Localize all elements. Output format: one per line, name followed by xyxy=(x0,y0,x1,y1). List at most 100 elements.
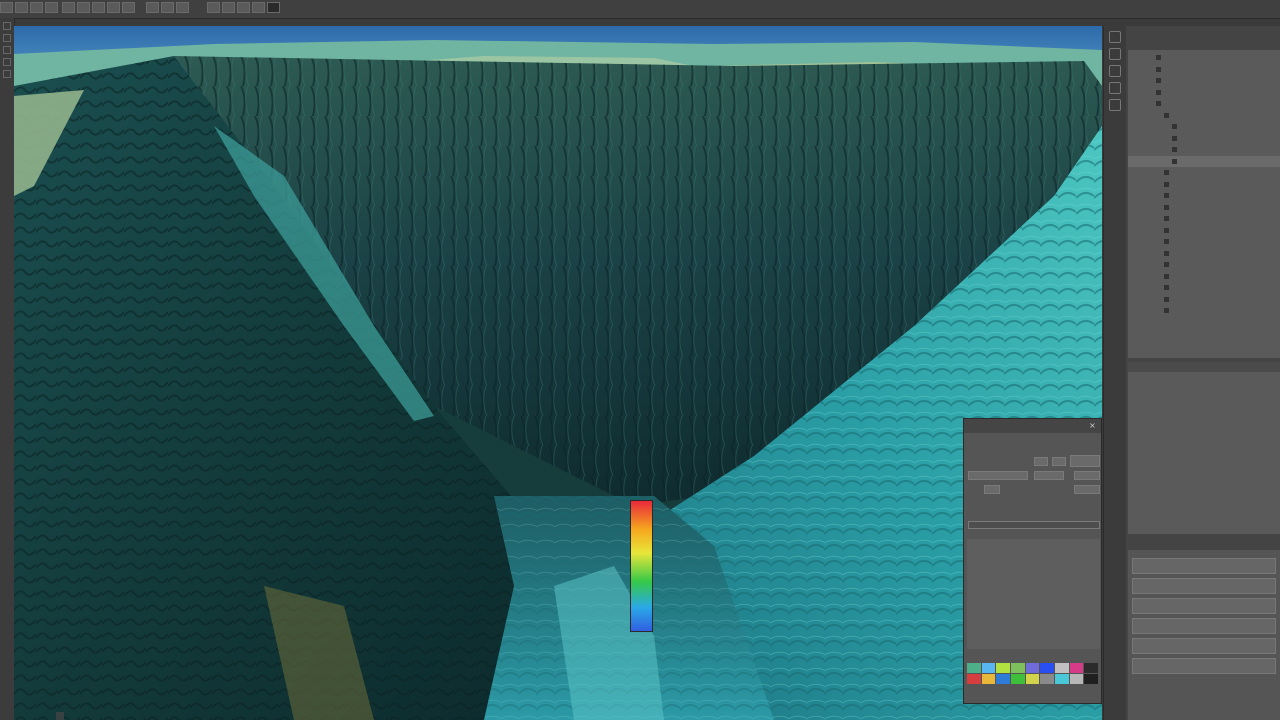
color-swatch[interactable] xyxy=(1025,674,1040,684)
tool-icon-1[interactable] xyxy=(3,22,11,30)
tree-item[interactable] xyxy=(1128,282,1280,294)
bottom-panel-row[interactable] xyxy=(1132,638,1276,654)
right-icon-column xyxy=(1103,26,1126,720)
tree-item[interactable] xyxy=(1128,248,1280,260)
undo-button[interactable] xyxy=(62,2,75,13)
zoom-in-button[interactable] xyxy=(146,2,159,13)
tool-icon-5[interactable] xyxy=(3,70,11,78)
bottom-panel-row[interactable] xyxy=(1132,658,1276,674)
new-file-button[interactable] xyxy=(0,2,13,13)
tree-item[interactable] xyxy=(1128,64,1280,76)
tree-item[interactable] xyxy=(1128,202,1280,214)
close-icon[interactable]: × xyxy=(1089,422,1097,430)
color-swatch[interactable] xyxy=(1011,663,1025,673)
property-field-5[interactable] xyxy=(1074,485,1100,494)
terrain-render xyxy=(14,26,1102,720)
tree-item[interactable] xyxy=(1128,75,1280,87)
bottom-panel-row[interactable] xyxy=(1132,578,1276,594)
tool-icon-2[interactable] xyxy=(3,34,11,42)
color-swatch[interactable] xyxy=(967,663,981,673)
tool-icon-3[interactable] xyxy=(3,46,11,54)
bottom-panel-row[interactable] xyxy=(1132,558,1276,574)
export-button[interactable] xyxy=(45,2,58,13)
save-file-button[interactable] xyxy=(30,2,43,13)
tree-item[interactable] xyxy=(1128,190,1280,202)
property-field-4[interactable] xyxy=(984,485,1000,494)
bottom-panel-row[interactable] xyxy=(1132,618,1276,634)
tree-node-icon xyxy=(1172,147,1177,152)
layers-icon[interactable] xyxy=(1109,31,1121,43)
tree-item[interactable] xyxy=(1128,213,1280,225)
property-list-item[interactable] xyxy=(991,545,1100,557)
color-swatch[interactable] xyxy=(1069,674,1084,684)
rotate-tool-button[interactable] xyxy=(122,2,135,13)
color-swatch[interactable] xyxy=(1069,663,1084,673)
tree-item[interactable] xyxy=(1128,144,1280,156)
tree-item[interactable] xyxy=(1128,133,1280,145)
property-dropdown[interactable] xyxy=(1070,455,1100,467)
property-field-3[interactable] xyxy=(1074,471,1100,480)
shading-button[interactable] xyxy=(237,2,250,13)
property-list-item[interactable] xyxy=(991,557,1100,569)
property-field-2[interactable] xyxy=(1034,471,1064,480)
select-tool-button[interactable] xyxy=(92,2,105,13)
layers-button[interactable] xyxy=(252,2,265,13)
move-tool-button[interactable] xyxy=(107,2,120,13)
tree-item[interactable] xyxy=(1128,294,1280,306)
color-swatch[interactable] xyxy=(1055,663,1069,673)
camera-icon[interactable] xyxy=(1109,48,1121,60)
color-swatch[interactable] xyxy=(1011,674,1025,684)
color-swatch[interactable] xyxy=(1084,674,1098,684)
bottom-panel-row[interactable] xyxy=(1132,598,1276,614)
property-list-item[interactable] xyxy=(991,569,1100,581)
color-swatch[interactable] xyxy=(981,663,996,673)
color-swatch[interactable] xyxy=(1040,674,1054,684)
tree-item[interactable] xyxy=(1128,305,1280,317)
tree-node-icon xyxy=(1164,193,1169,198)
render-button[interactable] xyxy=(207,2,220,13)
color-swatch[interactable] xyxy=(1055,674,1069,684)
color-swatch[interactable] xyxy=(967,674,981,684)
property-field-1[interactable] xyxy=(968,471,1028,480)
tree-item[interactable] xyxy=(1128,225,1280,237)
tree-item[interactable] xyxy=(1128,121,1280,133)
settings-icon[interactable] xyxy=(1109,99,1121,111)
bottom-panel xyxy=(1128,550,1280,720)
pan-button[interactable] xyxy=(176,2,189,13)
left-tool-strip xyxy=(0,18,15,720)
light-icon[interactable] xyxy=(1109,65,1121,77)
tree-item[interactable] xyxy=(1128,155,1280,167)
property-list-item[interactable] xyxy=(991,581,1100,593)
property-toggle-2[interactable] xyxy=(1052,457,1066,466)
property-list-item[interactable] xyxy=(991,605,1100,617)
tree-node-icon xyxy=(1164,262,1169,267)
color-swatch[interactable] xyxy=(996,663,1010,673)
terrain-viewport[interactable] xyxy=(14,26,1102,720)
tree-item[interactable] xyxy=(1128,52,1280,64)
color-swatch[interactable] xyxy=(1084,663,1098,673)
property-slider[interactable] xyxy=(968,521,1100,529)
grid-icon[interactable] xyxy=(1109,82,1121,94)
property-list-item[interactable] xyxy=(991,593,1100,605)
zoom-out-button[interactable] xyxy=(161,2,174,13)
stop-button[interactable] xyxy=(267,2,280,13)
color-swatch[interactable] xyxy=(1040,663,1054,673)
color-swatch[interactable] xyxy=(981,674,996,684)
preview-panel xyxy=(1128,362,1280,534)
lighting-button[interactable] xyxy=(222,2,235,13)
property-list-item[interactable] xyxy=(991,617,1100,629)
tree-item[interactable] xyxy=(1128,98,1280,110)
tree-item[interactable] xyxy=(1128,271,1280,283)
tool-icon-4[interactable] xyxy=(3,58,11,66)
tree-item[interactable] xyxy=(1128,179,1280,191)
color-swatch[interactable] xyxy=(996,674,1010,684)
property-toggle-1[interactable] xyxy=(1034,457,1048,466)
tree-item[interactable] xyxy=(1128,167,1280,179)
tree-item[interactable] xyxy=(1128,87,1280,99)
tree-item[interactable] xyxy=(1128,259,1280,271)
color-swatch[interactable] xyxy=(1025,663,1040,673)
open-file-button[interactable] xyxy=(15,2,28,13)
tree-item[interactable] xyxy=(1128,110,1280,122)
redo-button[interactable] xyxy=(77,2,90,13)
tree-item[interactable] xyxy=(1128,236,1280,248)
